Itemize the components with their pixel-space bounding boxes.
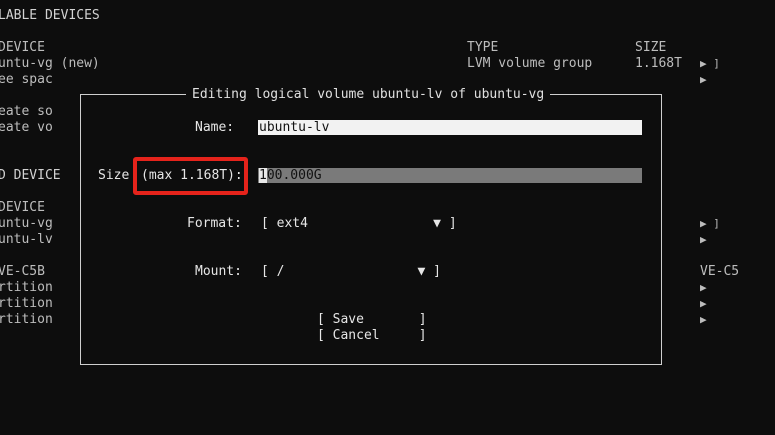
size-hint-highlight-box bbox=[133, 157, 248, 195]
partition-row[interactable]: rtition bbox=[0, 312, 53, 328]
row-menu-arrow-icon[interactable]: ▶ bbox=[700, 232, 707, 248]
row-menu-arrow-icon[interactable]: ▶ ] bbox=[700, 216, 720, 232]
device-row-ubuntu-vg[interactable]: untu-vg (new) bbox=[0, 56, 100, 72]
save-button[interactable]: [ Save ] bbox=[317, 312, 427, 328]
row-menu-arrow-icon[interactable]: ▶ bbox=[700, 280, 707, 296]
device-row-type: LVM volume group bbox=[467, 56, 593, 71]
section-header-used-devices: D DEVICE bbox=[0, 168, 61, 183]
name-input[interactable]: ubuntu-lv bbox=[258, 120, 642, 135]
cancel-button[interactable]: [ Cancel ] bbox=[317, 328, 427, 344]
column-header-type: TYPE bbox=[467, 40, 499, 55]
used-disk-row-suffix: VE-C5 bbox=[700, 264, 740, 279]
free-space-row[interactable]: ee spac bbox=[0, 72, 53, 88]
used-device-ubuntu-vg[interactable]: untu-vg bbox=[0, 216, 53, 232]
partition-row[interactable]: rtition bbox=[0, 296, 53, 312]
used-disk-row[interactable]: VE-C5B bbox=[0, 264, 45, 280]
section-header-available-devices: LABLE DEVICES bbox=[0, 8, 100, 23]
create-software-raid-action[interactable]: eate so bbox=[0, 104, 53, 120]
format-label: Format: bbox=[187, 216, 242, 231]
name-input-value: ubuntu-lv bbox=[259, 120, 330, 135]
size-input[interactable]: 100.000G bbox=[258, 168, 642, 183]
partition-row[interactable]: rtition bbox=[0, 280, 53, 296]
column-header-device-2: DEVICE bbox=[0, 200, 45, 215]
column-header-size: SIZE bbox=[635, 40, 667, 55]
size-input-value: 100.000G bbox=[259, 168, 322, 183]
row-menu-arrow-icon[interactable]: ▶ ] bbox=[700, 56, 720, 72]
row-menu-arrow-icon[interactable]: ▶ bbox=[700, 312, 707, 328]
mount-label: Mount: bbox=[195, 264, 242, 279]
name-label: Name: bbox=[195, 120, 235, 135]
mount-select[interactable]: [ / ▼ ] bbox=[261, 264, 441, 280]
device-row-size: 1.168T bbox=[635, 56, 682, 71]
dialog-title: Editing logical volume ubuntu-lv of ubun… bbox=[186, 87, 551, 103]
create-volume-group-action[interactable]: eate vo bbox=[0, 120, 53, 136]
size-label: Size bbox=[98, 168, 130, 183]
used-device-ubuntu-lv[interactable]: untu-lv bbox=[0, 232, 53, 248]
row-menu-arrow-icon[interactable]: ▶ bbox=[700, 72, 707, 88]
format-select[interactable]: [ ext4 ▼ ] bbox=[261, 216, 457, 232]
column-header-device: DEVICE bbox=[0, 40, 45, 55]
row-menu-arrow-icon[interactable]: ▶ bbox=[700, 296, 707, 312]
